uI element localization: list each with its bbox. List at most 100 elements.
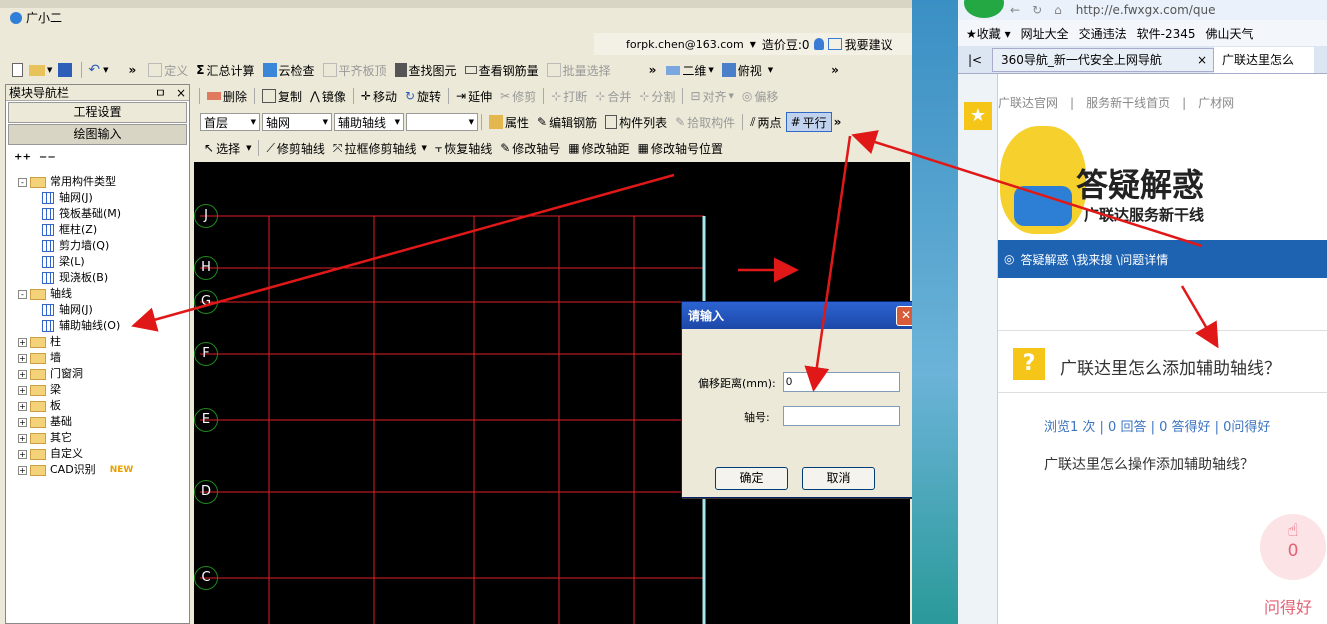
tab-glodon[interactable]: 广联达里怎么 bbox=[1214, 46, 1314, 73]
tree-node[interactable]: - 轴线 bbox=[18, 286, 189, 302]
modify-axis-num-button[interactable]: ✎ 修改轴号 bbox=[496, 138, 564, 158]
trim-axis-button[interactable]: ⟋ 修剪轴线 bbox=[262, 138, 328, 158]
offset-button[interactable]: ◎ 偏移 bbox=[738, 86, 783, 106]
expand-toggle-icon[interactable]: + bbox=[18, 353, 27, 363]
tree-node[interactable]: - 常用构件类型 bbox=[18, 174, 189, 190]
split-button[interactable]: ⊹ 分割 bbox=[635, 86, 679, 106]
view-rebar-button[interactable]: 查看钢筋量 bbox=[461, 60, 543, 80]
expand-toggle-icon[interactable]: + bbox=[18, 369, 27, 379]
expand-toggle-icon[interactable]: + bbox=[18, 449, 27, 459]
restore-axis-button[interactable]: ⫟ 恢复轴线 bbox=[431, 138, 496, 158]
expand-toggle-icon[interactable]: + bbox=[18, 337, 27, 347]
link-glodon[interactable]: 广联达官网 bbox=[998, 94, 1058, 111]
close-icon[interactable]: × bbox=[176, 86, 186, 100]
tree-node[interactable]: 轴网(J) bbox=[18, 190, 189, 206]
axis-label[interactable]: D bbox=[194, 480, 218, 504]
axis-label[interactable]: C bbox=[194, 566, 218, 590]
define-button[interactable]: 定义 bbox=[144, 60, 192, 80]
back-icon[interactable]: ← bbox=[1010, 3, 1020, 17]
ok-button[interactable]: 确定 bbox=[715, 467, 788, 490]
expand-toggle-icon[interactable]: - bbox=[18, 289, 27, 299]
find-element-button[interactable]: 查找图元 bbox=[391, 60, 461, 80]
properties-button[interactable]: 属性 bbox=[485, 112, 533, 132]
undo-icon[interactable]: ↶ bbox=[88, 62, 100, 78]
tree-node[interactable]: 轴网(J) bbox=[18, 302, 189, 318]
delete-button[interactable]: 删除 bbox=[203, 86, 251, 106]
open-folder-icon[interactable] bbox=[29, 64, 45, 76]
select-button[interactable]: ↖ 选择 ▼ bbox=[200, 138, 255, 158]
link-material[interactable]: 广材网 bbox=[1198, 94, 1234, 111]
break-button[interactable]: ⊹ 打断 bbox=[547, 86, 591, 106]
expand-toggle-icon[interactable]: + bbox=[18, 465, 27, 475]
tab-360[interactable]: 360导航_新一代安全上网导航 × bbox=[992, 47, 1214, 72]
axis-label[interactable]: J bbox=[194, 204, 218, 228]
link-service[interactable]: 服务新干线首页 bbox=[1086, 94, 1170, 111]
tree-node[interactable]: + 基础 bbox=[18, 414, 189, 430]
view-top-select[interactable]: 俯视 ▼ bbox=[718, 60, 777, 80]
edit-rebar-button[interactable]: ✎ 编辑钢筋 bbox=[533, 112, 601, 132]
floor-select[interactable]: 首层 ▼ bbox=[200, 113, 260, 131]
star-icon[interactable]: ★ bbox=[964, 102, 992, 130]
user-email[interactable]: forpk.chen@163.com bbox=[626, 38, 744, 51]
address-bar[interactable]: http://e.fwxgx.com/que bbox=[1076, 3, 1216, 17]
like-button[interactable]: ☝ 0 bbox=[1260, 514, 1326, 580]
tree-node[interactable]: + 门窗洞 bbox=[18, 366, 189, 382]
axis-label[interactable]: F bbox=[194, 342, 218, 366]
expand-all-icon[interactable]: ⁺⁺ bbox=[14, 150, 31, 169]
new-file-icon[interactable] bbox=[12, 63, 23, 77]
merge-button[interactable]: ⊹ 合并 bbox=[591, 86, 635, 106]
view-2d-select[interactable]: 二维 ▼ bbox=[662, 60, 717, 80]
copy-button[interactable]: 复制 bbox=[258, 86, 306, 106]
mirror-button[interactable]: ⋀ 镜像 bbox=[306, 86, 350, 106]
expand-toggle-icon[interactable]: + bbox=[18, 385, 27, 395]
bookmark-3[interactable]: 软件-2345 bbox=[1137, 25, 1196, 42]
refresh-icon[interactable]: ↻ bbox=[1032, 3, 1042, 17]
drawing-input-button[interactable]: 绘图输入 bbox=[8, 124, 187, 145]
bookmark-1[interactable]: 网址大全 bbox=[1021, 25, 1069, 42]
modify-axis-pos-button[interactable]: ▦ 修改轴号位置 bbox=[634, 138, 727, 158]
flat-top-button[interactable]: 平齐板顶 bbox=[319, 60, 391, 80]
tree-node[interactable]: + 梁 bbox=[18, 382, 189, 398]
two-point-button[interactable]: ⫽ 两点 bbox=[746, 112, 785, 132]
expand-toggle-icon[interactable]: + bbox=[18, 401, 27, 411]
extend-button[interactable]: ⇥ 延伸 bbox=[452, 86, 496, 106]
trim-button[interactable]: ✂ 修剪 bbox=[496, 86, 540, 106]
tree-node[interactable]: + 其它 bbox=[18, 430, 189, 446]
tab-back-arrow[interactable]: |< bbox=[958, 53, 992, 67]
home-icon[interactable]: ⌂ bbox=[1054, 3, 1062, 17]
cloud-check-button[interactable]: 云检查 bbox=[259, 60, 319, 80]
project-settings-button[interactable]: 工程设置 bbox=[8, 102, 187, 123]
tree-node[interactable]: + 柱 bbox=[18, 334, 189, 350]
tree-node[interactable]: + 墙 bbox=[18, 350, 189, 366]
axis-label[interactable]: E bbox=[194, 408, 218, 432]
tree-node[interactable]: 框柱(Z) bbox=[18, 222, 189, 238]
bookmark-2[interactable]: 交通违法 bbox=[1079, 25, 1127, 42]
email-dropdown-icon[interactable]: ▼ bbox=[750, 40, 756, 49]
expand-toggle-icon[interactable]: + bbox=[18, 417, 27, 427]
collapse-all-icon[interactable]: ⁻⁻ bbox=[39, 150, 56, 169]
name-select[interactable]: ▼ bbox=[406, 113, 478, 131]
favorites-button[interactable]: ★收藏 ▾ bbox=[966, 25, 1011, 42]
expand-toggle-icon[interactable]: + bbox=[18, 433, 27, 443]
tree-node[interactable]: 辅助轴线(O) bbox=[18, 318, 189, 334]
suggest-link[interactable]: 我要建议 bbox=[845, 36, 893, 53]
rotate-button[interactable]: ↻ 旋转 bbox=[401, 86, 445, 106]
cancel-button[interactable]: 取消 bbox=[802, 467, 875, 490]
axis-num-input[interactable] bbox=[783, 406, 900, 426]
tree-node[interactable]: 筏板基础(M) bbox=[18, 206, 189, 222]
move-button[interactable]: ✛ 移动 bbox=[357, 86, 401, 106]
bell-icon[interactable] bbox=[813, 38, 824, 50]
axis-label[interactable]: G bbox=[194, 290, 218, 314]
box-trim-axis-button[interactable]: ⤧ 拉框修剪轴线 ▼ bbox=[329, 138, 431, 158]
tree-node[interactable]: 梁(L) bbox=[18, 254, 189, 270]
batch-select-button[interactable]: 批量选择 bbox=[543, 60, 615, 80]
tree-node[interactable]: + 自定义 bbox=[18, 446, 189, 462]
offset-input[interactable] bbox=[783, 372, 900, 392]
sum-button[interactable]: Σ 汇总计算 bbox=[192, 60, 258, 80]
type-select[interactable]: 轴网 ▼ bbox=[262, 113, 332, 131]
tree-node[interactable]: + 板 bbox=[18, 398, 189, 414]
pick-component-button[interactable]: ✎ 拾取构件 bbox=[671, 112, 739, 132]
suggest-icon[interactable] bbox=[827, 38, 842, 50]
align-button[interactable]: ⊟ 对齐 ▼ bbox=[686, 86, 737, 106]
subtype-select[interactable]: 辅助轴线 ▼ bbox=[334, 113, 404, 131]
